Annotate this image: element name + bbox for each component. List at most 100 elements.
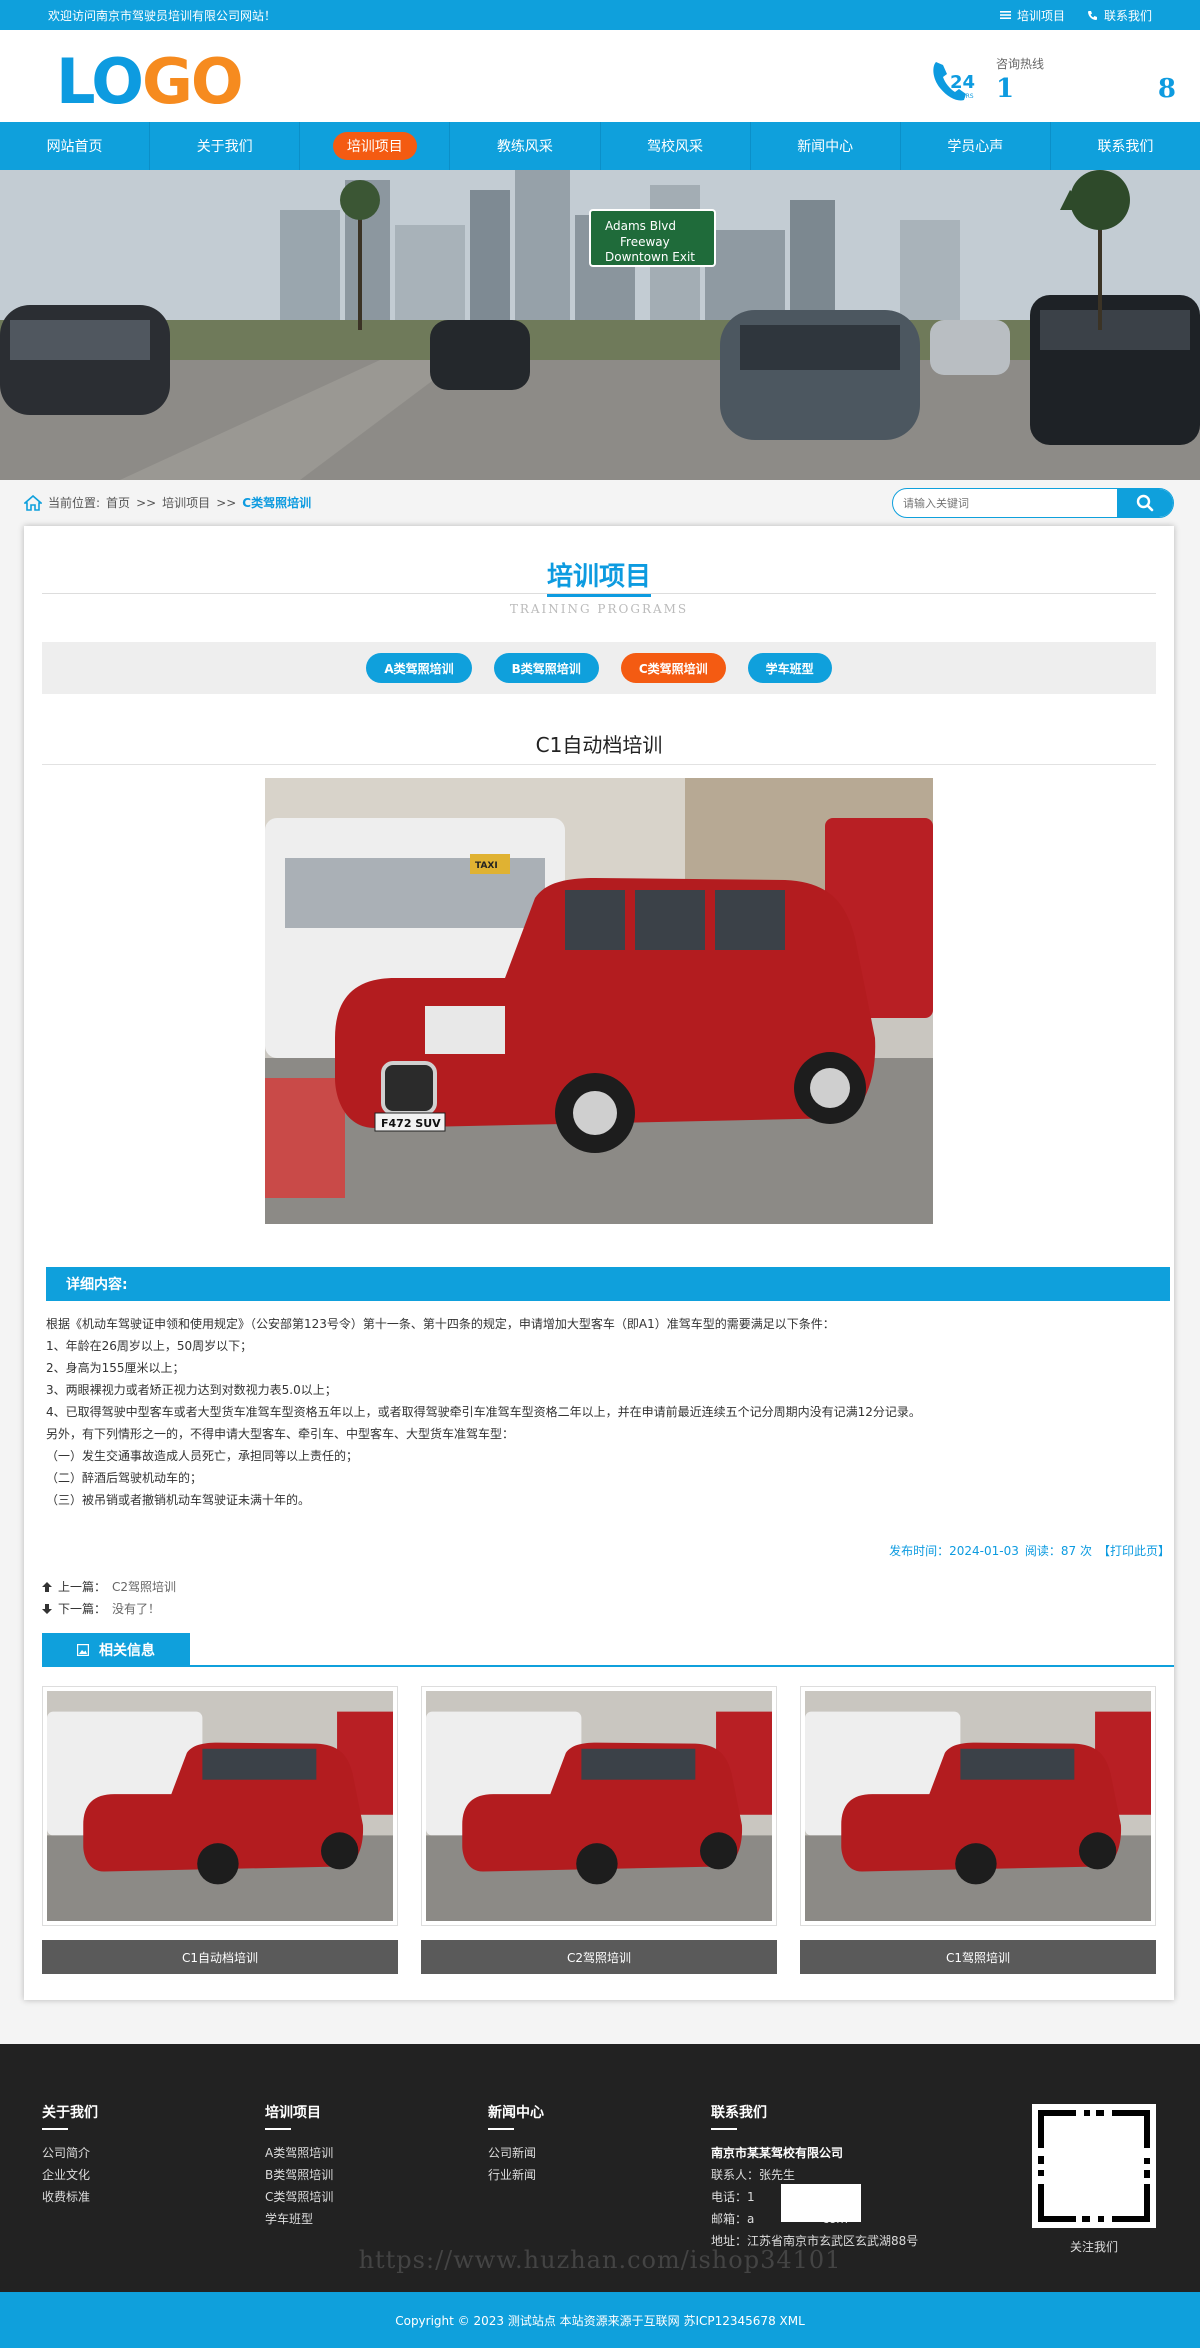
hotline-number-right: 8: [1157, 74, 1176, 104]
prev-label: 上一篇：: [58, 1580, 107, 1594]
red-taxi-photo: TAXI F472 SUV: [265, 778, 933, 1224]
nav-label: 新闻中心: [797, 139, 854, 155]
nav-item-news[interactable]: 新闻中心: [751, 122, 901, 170]
nav-item-contact[interactable]: 联系我们: [1051, 122, 1200, 170]
top-link-contact[interactable]: 联系我们: [1087, 7, 1152, 24]
nav-item-school[interactable]: 驾校风采: [601, 122, 751, 170]
nav-item-training[interactable]: 培训项目: [300, 122, 451, 170]
detail-heading: 详细内容:: [46, 1267, 1170, 1301]
content-panel: 培训项目 TRAINING PROGRAMS A类驾照培训 B类驾照培训 C类驾…: [24, 526, 1174, 2000]
top-bar: 欢迎访问南京市驾驶员培训有限公司网站！ 培训项目 联系我们: [0, 0, 1200, 30]
tab-license-a[interactable]: A类驾照培训: [366, 653, 472, 683]
related-caption[interactable]: C2驾照培训: [421, 1940, 777, 1974]
nav-label: 驾校风采: [647, 139, 704, 155]
nav-label: 联系我们: [1097, 139, 1154, 155]
red-taxi-thumb: [805, 1691, 1151, 1921]
hotline-24h-icon: 24 HOURS: [933, 62, 975, 101]
related-card[interactable]: C1驾照培训: [800, 1686, 1156, 1974]
next-label: 下一篇：: [58, 1602, 107, 1616]
header: LOGO 24 HOURS 咨询热线 18: [0, 30, 1200, 122]
sign-line2: Freeway: [620, 235, 670, 249]
breadcrumb: 当前位置: 首页 >> 培训项目 >> C类驾照培训: [24, 494, 311, 511]
search-input[interactable]: [893, 489, 1117, 517]
footer-link[interactable]: 行业新闻: [488, 2164, 544, 2186]
tab-license-b[interactable]: B类驾照培训: [493, 653, 599, 683]
footer-col-title: 关于我们: [42, 2105, 98, 2121]
prev-article[interactable]: 上一篇： C2驾照培训: [42, 1576, 176, 1598]
related-thumbnail[interactable]: [800, 1686, 1156, 1926]
related-caption[interactable]: C1自动档培训: [42, 1940, 398, 1974]
footer-col-about: 关于我们 公司简介 企业文化 收费标准: [42, 2102, 98, 2208]
tab-class-types[interactable]: 学车班型: [747, 653, 832, 683]
related-card[interactable]: C1自动档培训: [42, 1686, 398, 1974]
nav-label: 学员心声: [947, 139, 1004, 155]
footer-link[interactable]: 公司简介: [42, 2142, 98, 2164]
copyright-bar: Copyright © 2023 测试站点 本站资源来源于互联网 苏ICP123…: [0, 2292, 1200, 2348]
banner-image: Adams Blvd Freeway Downtown Exit: [0, 170, 1200, 480]
menu-icon: [999, 11, 1011, 19]
article-divider: [42, 764, 1156, 765]
red-taxi-thumb: [426, 1691, 772, 1921]
body-paragraph: （三）被吊销或者撤销机动车驾驶证未满十年的。: [46, 1493, 311, 1507]
footer-link[interactable]: 收费标准: [42, 2186, 98, 2208]
breadcrumb-home[interactable]: 首页: [106, 494, 130, 511]
article-title: C1自动档培训: [535, 733, 663, 757]
footer-link[interactable]: 学车班型: [265, 2208, 333, 2230]
prev-title[interactable]: C2驾照培训: [112, 1576, 176, 1598]
top-link-training[interactable]: 培训项目: [999, 7, 1065, 24]
footer-col-title: 联系我们: [711, 2105, 767, 2121]
arrow-down-icon: [42, 1604, 52, 1614]
section-title: 培训项目: [24, 556, 1174, 597]
highway-illustration: Adams Blvd Freeway Downtown Exit: [0, 170, 1200, 480]
hotline: 24 HOURS 咨询热线 18: [928, 52, 1176, 108]
search-box: [892, 488, 1174, 518]
footer-col-news: 新闻中心 公司新闻 行业新闻: [488, 2102, 544, 2186]
footer-link[interactable]: 企业文化: [42, 2164, 98, 2186]
footer-link[interactable]: A类驾照培训: [265, 2142, 333, 2164]
article-meta: 发布时间：2024-01-03 阅读：87 次 【打印此页】: [889, 1542, 1170, 1559]
breadcrumb-current[interactable]: C类驾照培训: [242, 494, 311, 511]
footer-link[interactable]: C类驾照培训: [265, 2186, 333, 2208]
nav-item-home[interactable]: 网站首页: [0, 122, 151, 170]
taxi-sign: TAXI: [475, 861, 498, 871]
nav-item-coaches[interactable]: 教练风采: [450, 122, 601, 170]
sign-line3: Downtown Exit: [605, 250, 695, 264]
logo-part2: GO: [142, 45, 244, 118]
body-paragraph: 根据《机动车驾驶证申领和使用规定》（公安部第123号令）第十一条、第十四条的规定…: [46, 1317, 835, 1331]
company-name: 南京市某某驾校有限公司: [711, 2146, 844, 2160]
related-heading-label: 相关信息: [42, 1633, 190, 1667]
hotline-label: 咨询热线: [996, 57, 1045, 71]
search-button[interactable]: [1117, 489, 1173, 517]
related-card[interactable]: C2驾照培训: [421, 1686, 777, 1974]
nav-item-about[interactable]: 关于我们: [150, 122, 301, 170]
body-paragraph: 2、身高为155厘米以上；: [46, 1361, 185, 1375]
copyright-text: Copyright © 2023 测试站点 本站资源来源于互联网 苏ICP123…: [395, 2313, 805, 2328]
footer-link[interactable]: B类驾照培训: [265, 2164, 333, 2186]
section-title-text: 培训项目: [546, 562, 651, 597]
read-count: 阅读：87 次: [1024, 1544, 1092, 1558]
footer-col-contact: 联系我们 南京市某某驾校有限公司 联系人：张先生 电话：1 邮箱：acom 地址…: [711, 2102, 918, 2252]
contact-phone: 电话：1: [711, 2190, 755, 2204]
next-article[interactable]: 下一篇： 没有了！: [42, 1598, 176, 1620]
related-thumbnail[interactable]: [42, 1686, 398, 1926]
red-taxi-thumb: [47, 1691, 393, 1921]
contact-phone-row: 电话：1: [711, 2184, 918, 2222]
top-link-contact-label: 联系我们: [1103, 8, 1152, 23]
contact-person: 联系人：张先生: [711, 2168, 796, 2182]
nav-item-testimonials[interactable]: 学员心声: [901, 122, 1051, 170]
redaction-box: [781, 2184, 861, 2222]
body-paragraph: （一）发生交通事故造成人员死亡，承担同等以上责任的；: [46, 1449, 359, 1463]
related-caption[interactable]: C1驾照培训: [800, 1940, 1156, 1974]
breadcrumb-level1[interactable]: 培训项目: [162, 494, 210, 511]
tab-license-c[interactable]: C类驾照培训: [620, 653, 726, 683]
body-paragraph: 1、年龄在26周岁以上，50周岁以下；: [46, 1339, 253, 1353]
logo-part1: LO: [56, 45, 144, 118]
logo[interactable]: LOGO: [56, 51, 244, 113]
top-link-training-label: 培训项目: [1016, 8, 1065, 23]
qr-code: [1032, 2104, 1156, 2228]
print-link[interactable]: 【打印此页】: [1098, 1542, 1170, 1559]
footer-link[interactable]: 公司新闻: [488, 2142, 544, 2164]
watermark: https://www.huzhan.com/ishop34101: [358, 2246, 842, 2274]
related-thumbnail[interactable]: [421, 1686, 777, 1926]
qr-code-graphic: [1038, 2110, 1150, 2222]
